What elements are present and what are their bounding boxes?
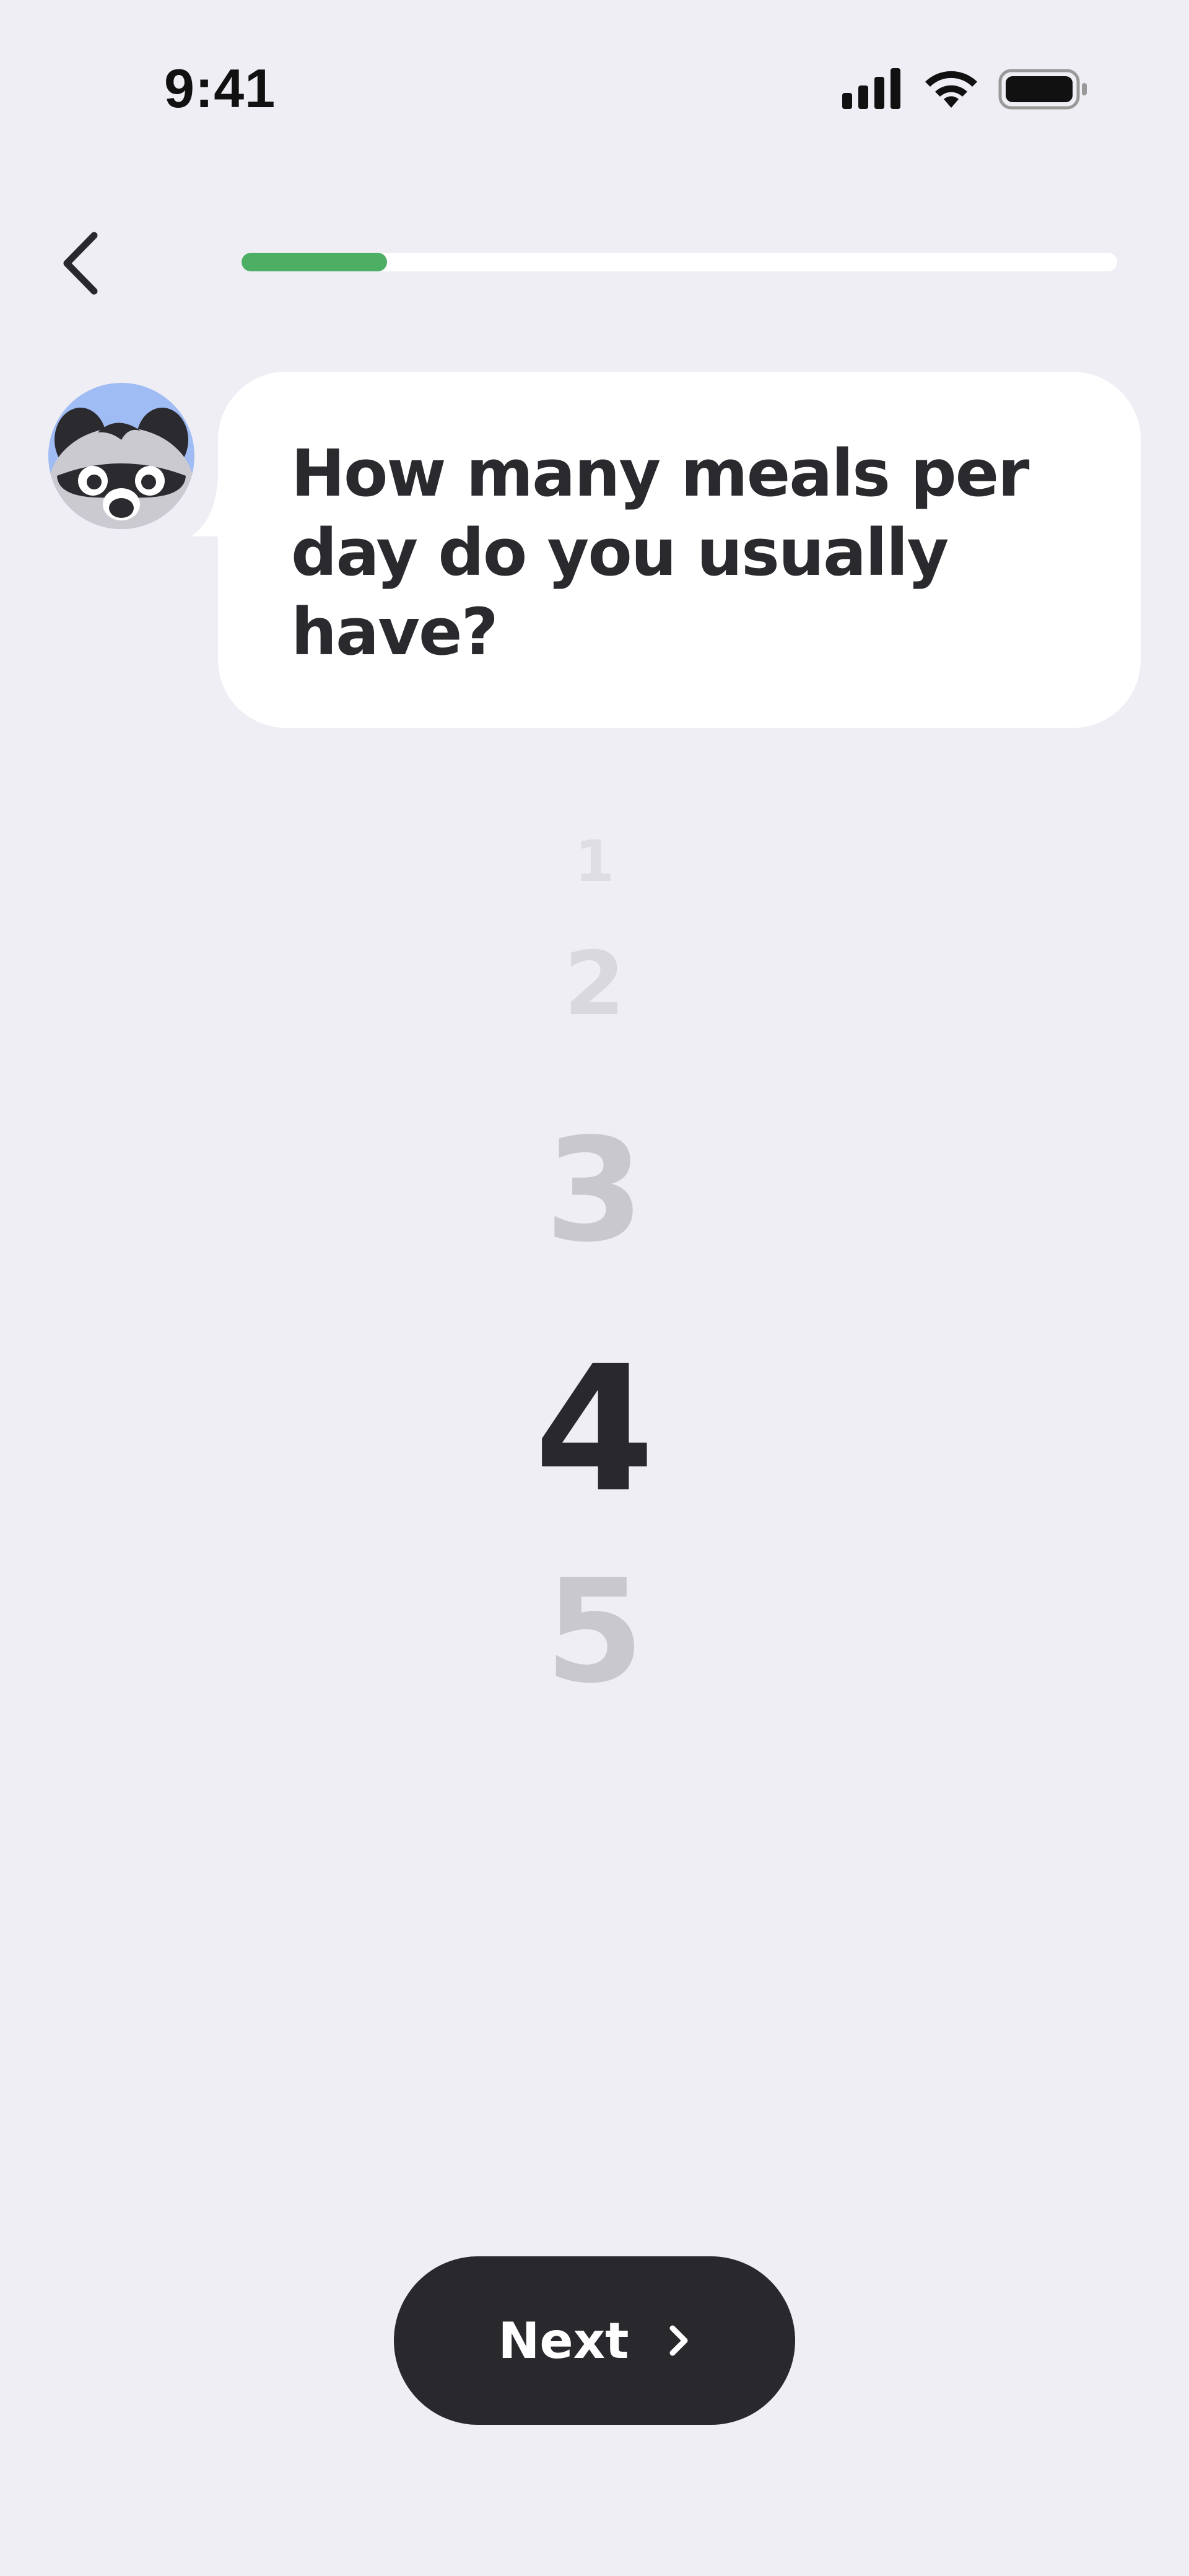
picker-option-selected[interactable]: 4 [0, 1343, 1189, 1517]
next-button-label: Next [498, 2311, 629, 2370]
progress-fill [242, 253, 387, 271]
cellular-signal-icon [842, 68, 900, 109]
battery-icon [998, 69, 1087, 110]
progress-bar [242, 253, 1117, 271]
question-bubble: How many meals per day do you usually ha… [218, 372, 1141, 728]
question-text: How many meals per day do you usually ha… [291, 436, 1029, 670]
picker-option[interactable]: 3 [0, 1120, 1189, 1263]
meals-per-day-screen: 9:41 How many meals per day do you usual… [0, 0, 1189, 2576]
raccoon-avatar-icon [48, 383, 194, 529]
status-icons [842, 67, 1090, 112]
picker-option[interactable]: 1 [0, 833, 1189, 890]
picker-option[interactable]: 2 [0, 940, 1189, 1028]
next-button[interactable]: Next [394, 2256, 795, 2425]
back-button[interactable] [56, 223, 118, 304]
chevron-left-icon [63, 232, 98, 295]
picker-option[interactable]: 5 [0, 1561, 1189, 1704]
chevron-right-icon [669, 2325, 688, 2356]
status-time: 9:41 [164, 58, 276, 119]
wifi-icon [925, 71, 977, 108]
